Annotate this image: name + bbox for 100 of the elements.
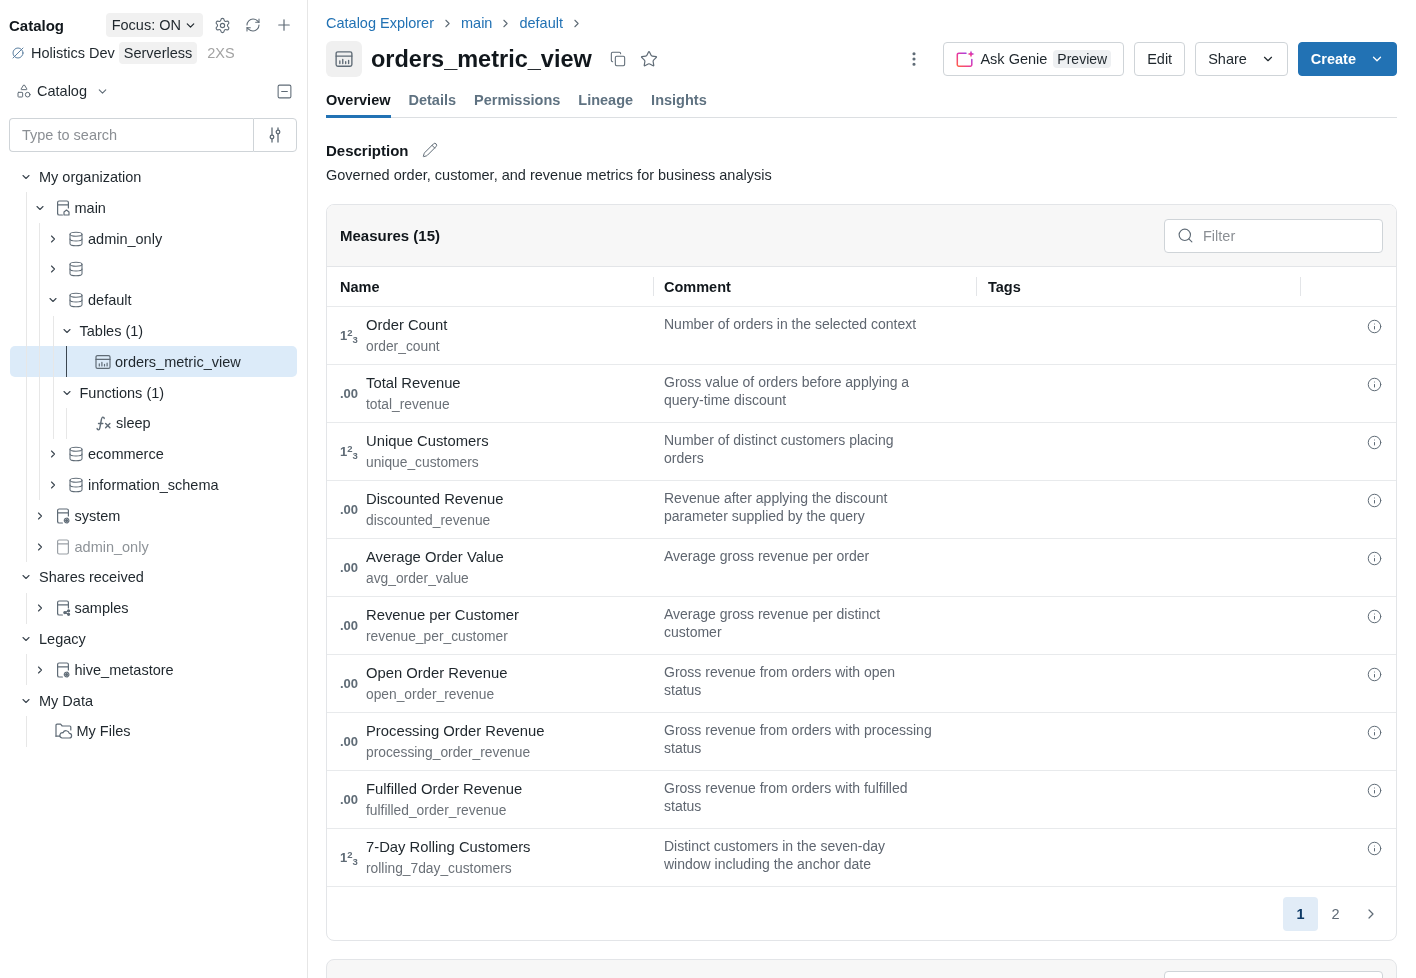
database-icon — [68, 446, 84, 463]
search-field[interactable]: Type to search — [9, 118, 253, 152]
table-chart-icon — [326, 41, 362, 77]
tree-item[interactable]: Shares received — [10, 561, 297, 593]
measure-name: Discounted Revenue — [366, 489, 504, 509]
data-type-icon: .00 — [340, 675, 360, 692]
tree-item[interactable]: orders_metric_view — [10, 346, 297, 378]
share-button[interactable]: Share — [1195, 42, 1288, 76]
tree-item[interactable]: hive_metastore — [10, 654, 297, 686]
catalog-share-icon — [54, 600, 71, 617]
measure-key: order_count — [366, 335, 448, 358]
description-text: Governed order, customer, and revenue metrics for business analysis — [326, 166, 773, 185]
breadcrumb-link[interactable]: Catalog Explorer — [326, 15, 434, 31]
measure-name: Processing Order Revenue — [366, 721, 545, 741]
measure-key: total_revenue — [366, 393, 461, 416]
catalog-icon — [54, 538, 71, 555]
database-icon — [68, 261, 84, 278]
catalog-home-icon — [54, 199, 71, 216]
measure-key: unique_customers — [366, 451, 489, 474]
slashed-circle-icon — [12, 47, 24, 59]
page-button[interactable]: 1 — [1283, 896, 1318, 931]
page-button[interactable]: 2 — [1318, 896, 1353, 931]
info-icon[interactable] — [1367, 493, 1382, 508]
tab[interactable]: Overview — [326, 90, 391, 118]
catalog-gear-icon — [54, 507, 71, 524]
tree-item[interactable]: My Files — [10, 715, 297, 747]
tree-item[interactable]: information_schema — [10, 469, 297, 501]
measure-key: avg_order_value — [366, 567, 504, 590]
data-type-icon: .00 — [340, 559, 360, 576]
pencil-icon[interactable] — [421, 142, 438, 158]
measure-name: Fulfilled Order Revenue — [366, 779, 523, 799]
breadcrumb-link[interactable]: default — [519, 15, 563, 31]
data-type-icon: .00 — [340, 733, 360, 750]
tab[interactable]: Insights — [651, 90, 707, 118]
column-header: Comment — [664, 278, 731, 295]
info-icon[interactable] — [1367, 319, 1382, 334]
star-icon[interactable] — [639, 50, 658, 68]
info-icon[interactable] — [1367, 377, 1382, 392]
tree-item[interactable]: system — [10, 500, 297, 532]
compute-size-text: 2XS — [207, 45, 235, 61]
settings-icon[interactable] — [214, 16, 231, 34]
compute-type-tag: Serverless — [118, 42, 198, 64]
measure-name: Average Order Value — [366, 547, 504, 567]
create-button[interactable]: Create — [1297, 42, 1397, 76]
info-icon[interactable] — [1367, 609, 1382, 624]
tree-item[interactable]: ecommerce — [10, 438, 297, 470]
comment-text: Gross revenue from orders with fulfilled status — [664, 780, 909, 816]
function-icon — [95, 414, 112, 432]
tab[interactable]: Details — [408, 90, 457, 118]
card-title: Measures (15) — [340, 227, 441, 244]
database-icon — [68, 230, 84, 247]
edit-button[interactable]: Edit — [1134, 42, 1186, 76]
breadcrumb-link[interactable]: main — [461, 15, 493, 31]
copy-icon[interactable] — [609, 51, 626, 67]
measure-name: Total Revenue — [366, 373, 461, 393]
description-heading: Description — [326, 141, 409, 159]
measure-name: 7-Day Rolling Customers — [366, 837, 531, 857]
column-header: Name — [340, 278, 380, 295]
catalog-selector[interactable]: Catalog — [16, 83, 109, 99]
tab[interactable]: Permissions — [474, 90, 561, 118]
tree-item[interactable]: samples — [10, 592, 297, 624]
comment-text: Gross revenue from orders with open status — [664, 664, 897, 700]
measure-key: revenue_per_customer — [366, 625, 519, 648]
tree-item[interactable]: main — [10, 192, 297, 224]
database-icon — [68, 476, 84, 493]
measure-name: Revenue per Customer — [366, 605, 519, 625]
tree-item[interactable]: admin_only — [10, 223, 297, 254]
info-icon[interactable] — [1367, 435, 1382, 450]
page-title: orders_metric_view — [371, 45, 592, 73]
collapse-icon[interactable] — [276, 82, 293, 100]
info-icon[interactable] — [1367, 667, 1382, 682]
tree-item[interactable]: default — [10, 284, 297, 316]
refresh-icon[interactable] — [245, 17, 261, 33]
data-type-icon: .00 — [340, 617, 360, 634]
preview-tag: Preview — [1053, 50, 1112, 68]
sliders-icon — [268, 127, 282, 143]
tree-item[interactable]: sleep — [10, 407, 297, 439]
tree-item[interactable]: My Data — [10, 685, 297, 716]
measure-name: Unique Customers — [366, 431, 489, 451]
info-icon[interactable] — [1367, 841, 1382, 856]
filter-button[interactable] — [253, 118, 297, 152]
comment-text: Distinct customers in the seven-day window including the anchor date — [664, 838, 886, 874]
info-icon[interactable] — [1367, 551, 1382, 566]
measure-key: open_order_revenue — [366, 683, 508, 706]
comment-text: Average gross revenue per distinct customer — [664, 606, 882, 642]
tree-item[interactable]: My organization — [10, 161, 297, 193]
tab[interactable]: Lineage — [578, 90, 634, 118]
info-icon[interactable] — [1367, 783, 1382, 798]
sidebar-title: Catalog — [9, 16, 64, 34]
ask-genie-button[interactable]: Ask Genie Preview — [943, 42, 1125, 76]
data-type-icon: .00 — [340, 501, 360, 518]
comment-text: Number of orders in the selected context — [664, 316, 917, 334]
filter-field[interactable]: Filter — [1164, 218, 1383, 253]
tree-item[interactable]: Functions (1) — [10, 377, 297, 408]
info-icon[interactable] — [1367, 725, 1382, 740]
data-type-icon: .00 — [340, 791, 360, 808]
focus-dropdown[interactable]: Focus: ON — [105, 13, 203, 37]
comment-text: Average gross revenue per order — [664, 548, 870, 566]
tree-item[interactable]: Legacy — [10, 623, 297, 655]
measure-key: rolling_7day_customers — [366, 857, 531, 880]
